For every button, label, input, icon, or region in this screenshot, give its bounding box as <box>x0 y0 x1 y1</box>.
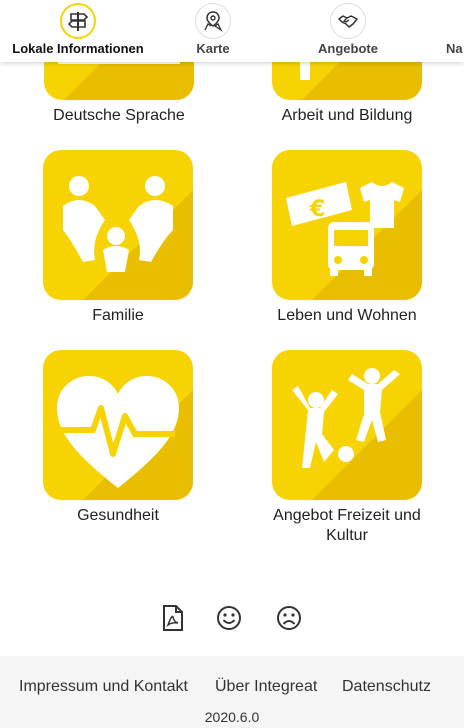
pdf-icon[interactable] <box>158 604 186 632</box>
tile-label: Deutsche Sprache <box>53 107 185 124</box>
tab-karte[interactable]: Karte <box>168 0 258 62</box>
tab-angebote[interactable]: Angebote <box>298 0 398 62</box>
heart-pulse-icon <box>43 350 193 500</box>
footer: Impressum und Kontakt Über Integreat Dat… <box>0 656 464 728</box>
footer-link-ueber-integreat[interactable]: Über Integreat <box>215 678 317 696</box>
tile-label: Gesundheit <box>77 507 159 524</box>
map-pin-icon <box>195 3 231 39</box>
family-icon <box>43 150 193 300</box>
smile-icon[interactable] <box>215 604 243 632</box>
footer-link-impressum[interactable]: Impressum und Kontakt <box>19 678 188 696</box>
handshake-icon <box>330 3 366 39</box>
frown-icon[interactable] <box>275 604 303 632</box>
footer-link-datenschutz[interactable]: Datenschutz <box>342 678 431 696</box>
tile-label: Leben und Wohnen <box>277 307 417 324</box>
tab-label: Karte <box>196 41 230 56</box>
tab-lokale-informationen[interactable]: Lokale Informationen <box>8 0 148 62</box>
tile-leben-und-wohnen[interactable]: € Leben und Wohnen <box>247 150 447 326</box>
tile-label: Familie <box>92 307 144 324</box>
tab-label: Na <box>446 41 463 56</box>
feedback-row <box>0 604 464 634</box>
tab-na[interactable]: Na <box>436 0 464 62</box>
tile-angebot-freizeit-und-kultur[interactable]: Angebot Freizeit und Kultur <box>247 350 447 546</box>
signpost-icon <box>60 3 96 39</box>
tab-label: Lokale Informationen <box>12 41 144 56</box>
tile-gesundheit[interactable]: Gesundheit <box>18 350 218 526</box>
app-version: 2020.6.0 <box>204 709 260 725</box>
tile-label: Arbeit und Bildung <box>281 107 413 124</box>
leisure-icon <box>272 350 422 500</box>
living-icon: € <box>272 150 422 300</box>
tile-familie[interactable]: Familie <box>18 150 218 326</box>
tab-label: Angebote <box>318 41 378 56</box>
top-navigation: Lokale Informationen Karte Angebote Na <box>0 0 464 62</box>
svg-text:€: € <box>309 197 325 222</box>
tile-label: Angebot Freizeit und Kultur <box>273 507 421 544</box>
